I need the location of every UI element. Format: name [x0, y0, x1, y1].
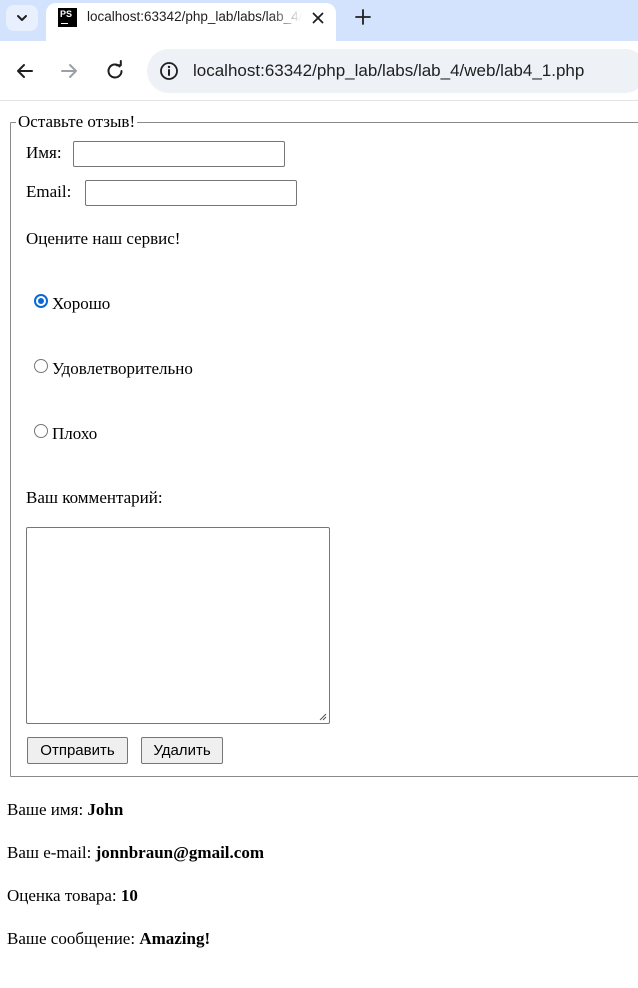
reload-icon — [107, 60, 123, 79]
plus-icon — [355, 9, 371, 25]
submit-button[interactable]: Отправить — [27, 737, 128, 764]
rating-good-radio[interactable] — [34, 294, 48, 308]
result-email-label: Ваш e-mail: — [7, 843, 92, 862]
result-email-value: jonnbraun@gmail.com — [95, 843, 264, 862]
reset-button[interactable]: Удалить — [141, 737, 223, 764]
rating-satisfactory-radio[interactable] — [34, 359, 48, 373]
result-message: Ваше сообщение: Amazing! — [7, 929, 210, 949]
comment-label: Ваш комментарий: — [26, 488, 163, 507]
chevron-down-icon — [17, 15, 27, 21]
tab-strip: PS localhost:63342/php_lab/labs/lab_4/we… — [0, 0, 638, 41]
tab-close-button[interactable] — [308, 8, 328, 28]
info-icon — [160, 62, 178, 80]
name-label: Имя: — [26, 143, 62, 162]
result-rating-value: 10 — [120, 886, 138, 905]
result-rating-label: Оценка товара: — [7, 886, 117, 905]
result-message-value: Amazing! — [139, 929, 211, 948]
result-name-label: Ваше имя: — [7, 800, 84, 819]
resize-grip-icon[interactable] — [318, 712, 327, 721]
forward-button[interactable] — [57, 59, 81, 83]
rating-bad-label[interactable]: Плохо — [52, 424, 97, 444]
rating-satisfactory-label[interactable]: Удовлетворительно — [52, 359, 193, 379]
result-name-value: John — [87, 800, 124, 819]
phpstorm-icon: PS — [58, 8, 77, 27]
reload-button[interactable] — [103, 59, 127, 83]
result-email: Ваш e-mail: jonnbraun@gmail.com — [7, 843, 264, 863]
rating-heading: Оцените наш сервис! — [26, 229, 181, 248]
browser-tab[interactable]: PS localhost:63342/php_lab/labs/lab_4/we… — [46, 3, 336, 41]
address-url: localhost:63342/php_lab/labs/lab_4/web/l… — [193, 61, 585, 80]
new-tab-button[interactable] — [352, 6, 374, 28]
tab-title: localhost:63342/php_lab/labs/lab_4/web/l… — [87, 9, 302, 24]
comment-textarea[interactable] — [26, 527, 330, 724]
email-label: Email: — [26, 182, 72, 201]
address-bar[interactable]: localhost:63342/php_lab/labs/lab_4/web/l… — [147, 49, 638, 93]
forward-arrow-icon — [61, 64, 77, 78]
back-arrow-icon — [17, 64, 33, 78]
browser-toolbar: localhost:63342/php_lab/labs/lab_4/web/l… — [0, 41, 638, 101]
tab-search-button[interactable] — [6, 5, 38, 31]
fieldset-legend: Оставьте отзыв! — [16, 112, 138, 132]
result-rating: Оценка товара: 10 — [7, 886, 138, 906]
email-input[interactable] — [85, 180, 297, 206]
favicon-text: PS — [60, 9, 73, 19]
result-message-label: Ваше сообщение: — [7, 929, 136, 948]
name-input[interactable] — [73, 141, 285, 167]
rating-bad-radio[interactable] — [34, 424, 48, 438]
site-info-button[interactable] — [158, 60, 180, 82]
back-button[interactable] — [13, 59, 37, 83]
rating-good-label[interactable]: Хорошо — [52, 294, 110, 314]
close-icon — [312, 12, 324, 24]
result-name: Ваше имя: John — [7, 800, 123, 820]
